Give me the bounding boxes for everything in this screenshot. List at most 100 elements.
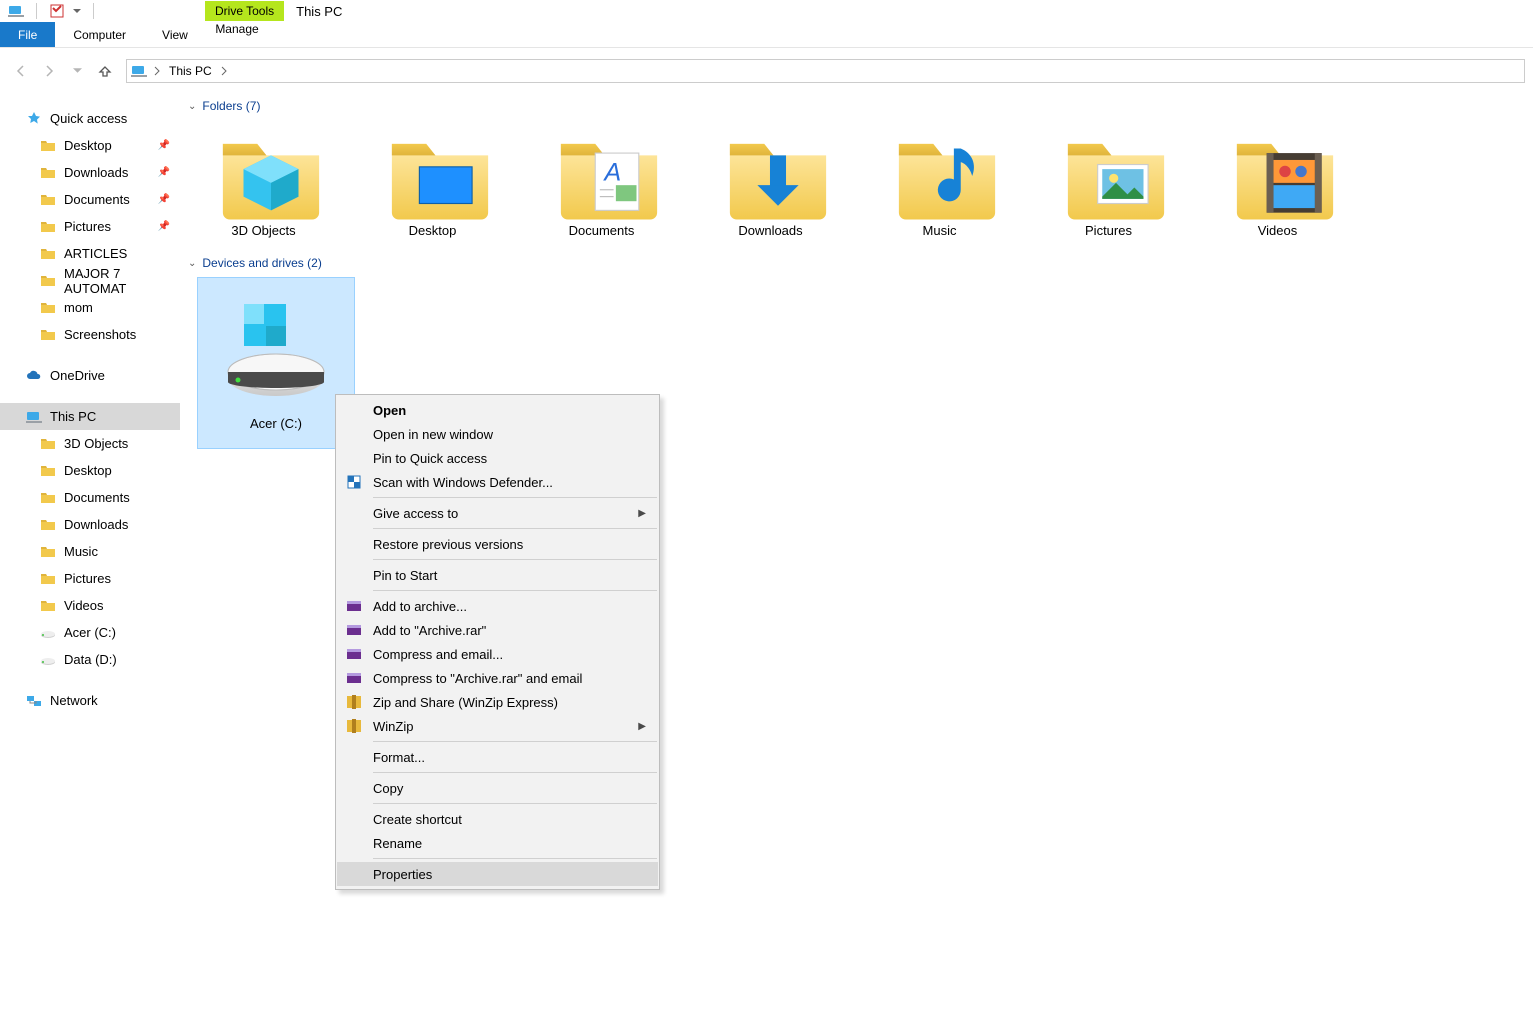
folder-tile[interactable]: Downloads bbox=[713, 121, 828, 238]
contextual-tab-label: Drive Tools bbox=[205, 1, 284, 21]
svg-text:A: A bbox=[602, 159, 621, 187]
ctx-format[interactable]: Format... bbox=[337, 745, 658, 769]
ctx-add-archive[interactable]: Add to archive... bbox=[337, 594, 658, 618]
nav-forward-icon[interactable] bbox=[42, 64, 56, 78]
sidebar-quick-item[interactable]: Pictures📌 bbox=[0, 213, 180, 240]
nav-up-icon[interactable] bbox=[98, 64, 112, 78]
folder-icon bbox=[892, 121, 988, 217]
folder-icon bbox=[40, 273, 56, 289]
folder-icon bbox=[40, 436, 56, 452]
thispc-icon bbox=[26, 409, 42, 425]
folder-icon bbox=[40, 490, 56, 506]
sidebar-thispc-item[interactable]: Acer (C:) bbox=[0, 619, 180, 646]
chevron-right-icon: ▶ bbox=[638, 721, 646, 732]
winrar-icon bbox=[345, 669, 363, 687]
breadcrumb-sep-icon[interactable] bbox=[220, 66, 228, 76]
quick-access-toolbar bbox=[4, 3, 98, 19]
star-icon bbox=[26, 111, 42, 127]
group-header-drives[interactable]: ⌄ Devices and drives (2) bbox=[188, 252, 1533, 278]
folder-tile[interactable]: Desktop bbox=[375, 121, 490, 238]
folder-icon bbox=[385, 121, 481, 217]
ctx-zip-and-share[interactable]: Zip and Share (WinZip Express) bbox=[337, 690, 658, 714]
folder-icon bbox=[40, 544, 56, 560]
sidebar-thispc-item[interactable]: Videos bbox=[0, 592, 180, 619]
sidebar-thispc-item[interactable]: Pictures bbox=[0, 565, 180, 592]
nav-recent-dropdown-icon[interactable] bbox=[70, 64, 84, 78]
tab-file[interactable]: File bbox=[0, 22, 55, 47]
winzip-icon bbox=[345, 717, 363, 735]
ctx-pin-quick-access[interactable]: Pin to Quick access bbox=[337, 446, 658, 470]
folder-tile[interactable]: Pictures bbox=[1051, 121, 1166, 238]
folder-icon bbox=[40, 300, 56, 316]
ctx-compress-email[interactable]: Compress and email... bbox=[337, 642, 658, 666]
sidebar-quick-item[interactable]: Documents📌 bbox=[0, 186, 180, 213]
cloud-icon bbox=[26, 368, 42, 384]
drive-tile[interactable]: Acer (C:) bbox=[198, 278, 354, 448]
tab-view[interactable]: View bbox=[144, 22, 206, 47]
sidebar-thispc-item[interactable]: 3D Objects bbox=[0, 430, 180, 457]
sidebar-thispc-item[interactable]: Music bbox=[0, 538, 180, 565]
ctx-compress-rar-email[interactable]: Compress to "Archive.rar" and email bbox=[337, 666, 658, 690]
chevron-down-icon: ⌄ bbox=[188, 258, 196, 269]
folder-tile[interactable]: Videos bbox=[1220, 121, 1335, 238]
thispc-icon bbox=[8, 3, 24, 19]
group-header-folders[interactable]: ⌄ Folders (7) bbox=[188, 95, 1533, 121]
pin-icon: 📌 bbox=[158, 194, 170, 205]
address-bar[interactable]: This PC bbox=[126, 59, 1525, 83]
sidebar-network[interactable]: Network bbox=[0, 687, 180, 714]
ctx-copy[interactable]: Copy bbox=[337, 776, 658, 800]
folder-tile[interactable]: 3D Objects bbox=[206, 121, 321, 238]
sidebar-quick-access[interactable]: Quick access bbox=[0, 105, 180, 132]
sidebar-thispc-item[interactable]: Downloads bbox=[0, 511, 180, 538]
ctx-open[interactable]: Open bbox=[337, 398, 658, 422]
folder-icon bbox=[40, 463, 56, 479]
ctx-create-shortcut[interactable]: Create shortcut bbox=[337, 807, 658, 831]
drive-icon bbox=[216, 290, 336, 410]
tab-manage[interactable]: Manage bbox=[205, 22, 269, 36]
drive-icon bbox=[40, 652, 56, 668]
sidebar-thispc-item[interactable]: Data (D:) bbox=[0, 646, 180, 673]
chevron-right-icon: ▶ bbox=[638, 508, 646, 519]
sidebar-thispc-item[interactable]: Documents bbox=[0, 484, 180, 511]
breadcrumb-sep-icon[interactable] bbox=[153, 66, 161, 76]
navigation-pane: Quick access Desktop📌Downloads📌Documents… bbox=[0, 87, 180, 1009]
folder-icon bbox=[40, 219, 56, 235]
tab-computer[interactable]: Computer bbox=[55, 22, 144, 47]
folder-icon bbox=[40, 327, 56, 343]
sidebar-quick-item[interactable]: Desktop📌 bbox=[0, 132, 180, 159]
thispc-icon bbox=[131, 63, 147, 79]
breadcrumb-root[interactable]: This PC bbox=[167, 64, 214, 78]
sidebar-quick-item[interactable]: MAJOR 7 AUTOMAT bbox=[0, 267, 180, 294]
ctx-rename[interactable]: Rename bbox=[337, 831, 658, 855]
qat-dropdown-icon[interactable] bbox=[73, 7, 81, 15]
pin-icon: 📌 bbox=[158, 167, 170, 178]
winzip-icon bbox=[345, 693, 363, 711]
ctx-properties[interactable]: Properties bbox=[337, 862, 658, 886]
ctx-scan-defender[interactable]: Scan with Windows Defender... bbox=[337, 470, 658, 494]
folder-icon bbox=[40, 165, 56, 181]
folder-icon bbox=[40, 246, 56, 262]
sidebar-quick-item[interactable]: Screenshots bbox=[0, 321, 180, 348]
sidebar-quick-item[interactable]: ARTICLES bbox=[0, 240, 180, 267]
sidebar-thispc-item[interactable]: Desktop bbox=[0, 457, 180, 484]
ctx-open-new-window[interactable]: Open in new window bbox=[337, 422, 658, 446]
ctx-give-access-to[interactable]: Give access to▶ bbox=[337, 501, 658, 525]
winrar-icon bbox=[345, 621, 363, 639]
folder-tile[interactable]: Music bbox=[882, 121, 997, 238]
ctx-pin-start[interactable]: Pin to Start bbox=[337, 563, 658, 587]
folder-tile[interactable]: A Documents bbox=[544, 121, 659, 238]
winrar-icon bbox=[345, 597, 363, 615]
ctx-add-archive-rar[interactable]: Add to "Archive.rar" bbox=[337, 618, 658, 642]
pin-icon: 📌 bbox=[158, 221, 170, 232]
sidebar-quick-item[interactable]: Downloads📌 bbox=[0, 159, 180, 186]
winrar-icon bbox=[345, 645, 363, 663]
ctx-restore-previous[interactable]: Restore previous versions bbox=[337, 532, 658, 556]
ctx-winzip[interactable]: WinZip▶ bbox=[337, 714, 658, 738]
properties-quick-icon[interactable] bbox=[49, 3, 65, 19]
folder-icon: A bbox=[554, 121, 650, 217]
sidebar-quick-item[interactable]: mom bbox=[0, 294, 180, 321]
nav-back-icon[interactable] bbox=[14, 64, 28, 78]
drive-icon bbox=[40, 625, 56, 641]
sidebar-thispc[interactable]: This PC bbox=[0, 403, 180, 430]
sidebar-onedrive[interactable]: OneDrive bbox=[0, 362, 180, 389]
